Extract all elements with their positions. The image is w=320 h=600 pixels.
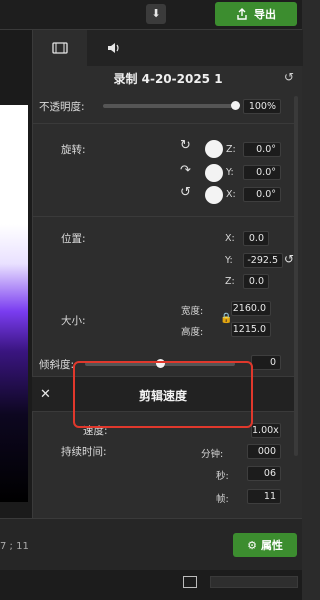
position-z-input[interactable]: 0.0 — [243, 274, 269, 289]
size-label: 大小: — [61, 315, 86, 327]
position-x-input[interactable]: 0.0 — [243, 231, 269, 246]
rotation-label: 旋转: — [61, 144, 86, 156]
rotation-x-label: X: — [226, 189, 236, 200]
highlight-box — [73, 361, 253, 428]
frames-input[interactable]: 11 — [247, 489, 281, 504]
position-z-label: Z: — [225, 276, 235, 287]
timecode: 7 ; 11 — [0, 541, 29, 552]
tab-audio-properties[interactable] — [87, 30, 141, 66]
rotation-z-label: Z: — [226, 144, 236, 155]
gear-icon: ⚙ — [247, 538, 257, 552]
rotate-z-icon: ↻ — [180, 138, 191, 153]
canvas-area — [0, 30, 32, 518]
export-button[interactable]: 导出 — [215, 2, 297, 26]
bottom-bar: 7 ; 11 ⚙ 属性 — [0, 518, 302, 570]
rotation-y-label: Y: — [226, 167, 234, 178]
rotation-y-dial[interactable] — [205, 164, 223, 182]
opacity-slider-handle[interactable] — [231, 101, 240, 110]
speaker-icon — [108, 43, 119, 53]
minutes-label: 分钟: — [201, 449, 224, 460]
properties-label: 属性 — [260, 539, 283, 552]
export-label: 导出 — [254, 8, 276, 21]
rotation-x-input[interactable]: 0.0° — [243, 187, 281, 202]
opacity-slider[interactable] — [103, 104, 235, 108]
speed-input[interactable]: 1.00x — [251, 423, 281, 438]
timeline-zoom-slider[interactable] — [210, 576, 298, 588]
position-label: 位置: — [61, 233, 86, 245]
minutes-input[interactable]: 000 — [247, 444, 281, 459]
properties-tabs — [33, 30, 303, 66]
properties-panel: 录制 4-20-2025 1 ↺ 不透明度: 100% 旋转: ↻ Z: 0.0… — [32, 30, 303, 518]
download-arrow-icon: ⬇ — [151, 7, 161, 20]
canvas-preview[interactable] — [0, 105, 28, 502]
reset-icon[interactable]: ↺ — [284, 70, 294, 84]
properties-button[interactable]: ⚙ 属性 — [233, 533, 297, 557]
height-input[interactable]: 1215.0 — [231, 322, 271, 337]
seconds-input[interactable]: 06 — [247, 466, 281, 481]
opacity-label: 不透明度: — [39, 101, 85, 113]
top-toolbar: ⬇ 导出 — [0, 0, 302, 30]
seconds-label: 秒: — [216, 471, 229, 482]
rotation-z-input[interactable]: 0.0° — [243, 142, 281, 157]
timeline-footer — [0, 570, 302, 600]
panel-scrollbar[interactable] — [294, 96, 298, 456]
rotate-y-icon: ↷ — [180, 163, 191, 178]
rotation-y-input[interactable]: 0.0° — [243, 165, 281, 180]
clip-title: 录制 4-20-2025 1 — [113, 72, 223, 86]
rotation-z-dial[interactable] — [205, 140, 223, 158]
divider — [33, 216, 295, 217]
width-label: 宽度: — [181, 306, 204, 317]
tab-visual-properties[interactable] — [33, 30, 87, 66]
position-x-label: X: — [225, 233, 235, 244]
position-y-label: Y: — [225, 255, 233, 266]
detach-icon[interactable] — [183, 576, 197, 588]
divider — [33, 123, 295, 124]
reset-position-icon[interactable]: ↺ — [284, 252, 294, 266]
download-button[interactable]: ⬇ — [146, 4, 166, 24]
film-icon — [52, 42, 68, 54]
opacity-input[interactable]: 100% — [243, 99, 281, 114]
rotate-x-icon: ↺ — [180, 185, 191, 200]
height-label: 高度: — [181, 327, 204, 338]
duration-label: 持续时间: — [61, 446, 107, 458]
rotation-x-dial[interactable] — [205, 186, 223, 204]
position-y-input[interactable]: -292.5 — [243, 253, 283, 268]
skew-label: 倾斜度: — [39, 359, 75, 371]
width-input[interactable]: 2160.0 — [231, 301, 271, 316]
frames-label: 帧: — [216, 494, 229, 505]
skew-input[interactable]: 0 — [251, 355, 281, 370]
share-icon — [237, 8, 247, 20]
